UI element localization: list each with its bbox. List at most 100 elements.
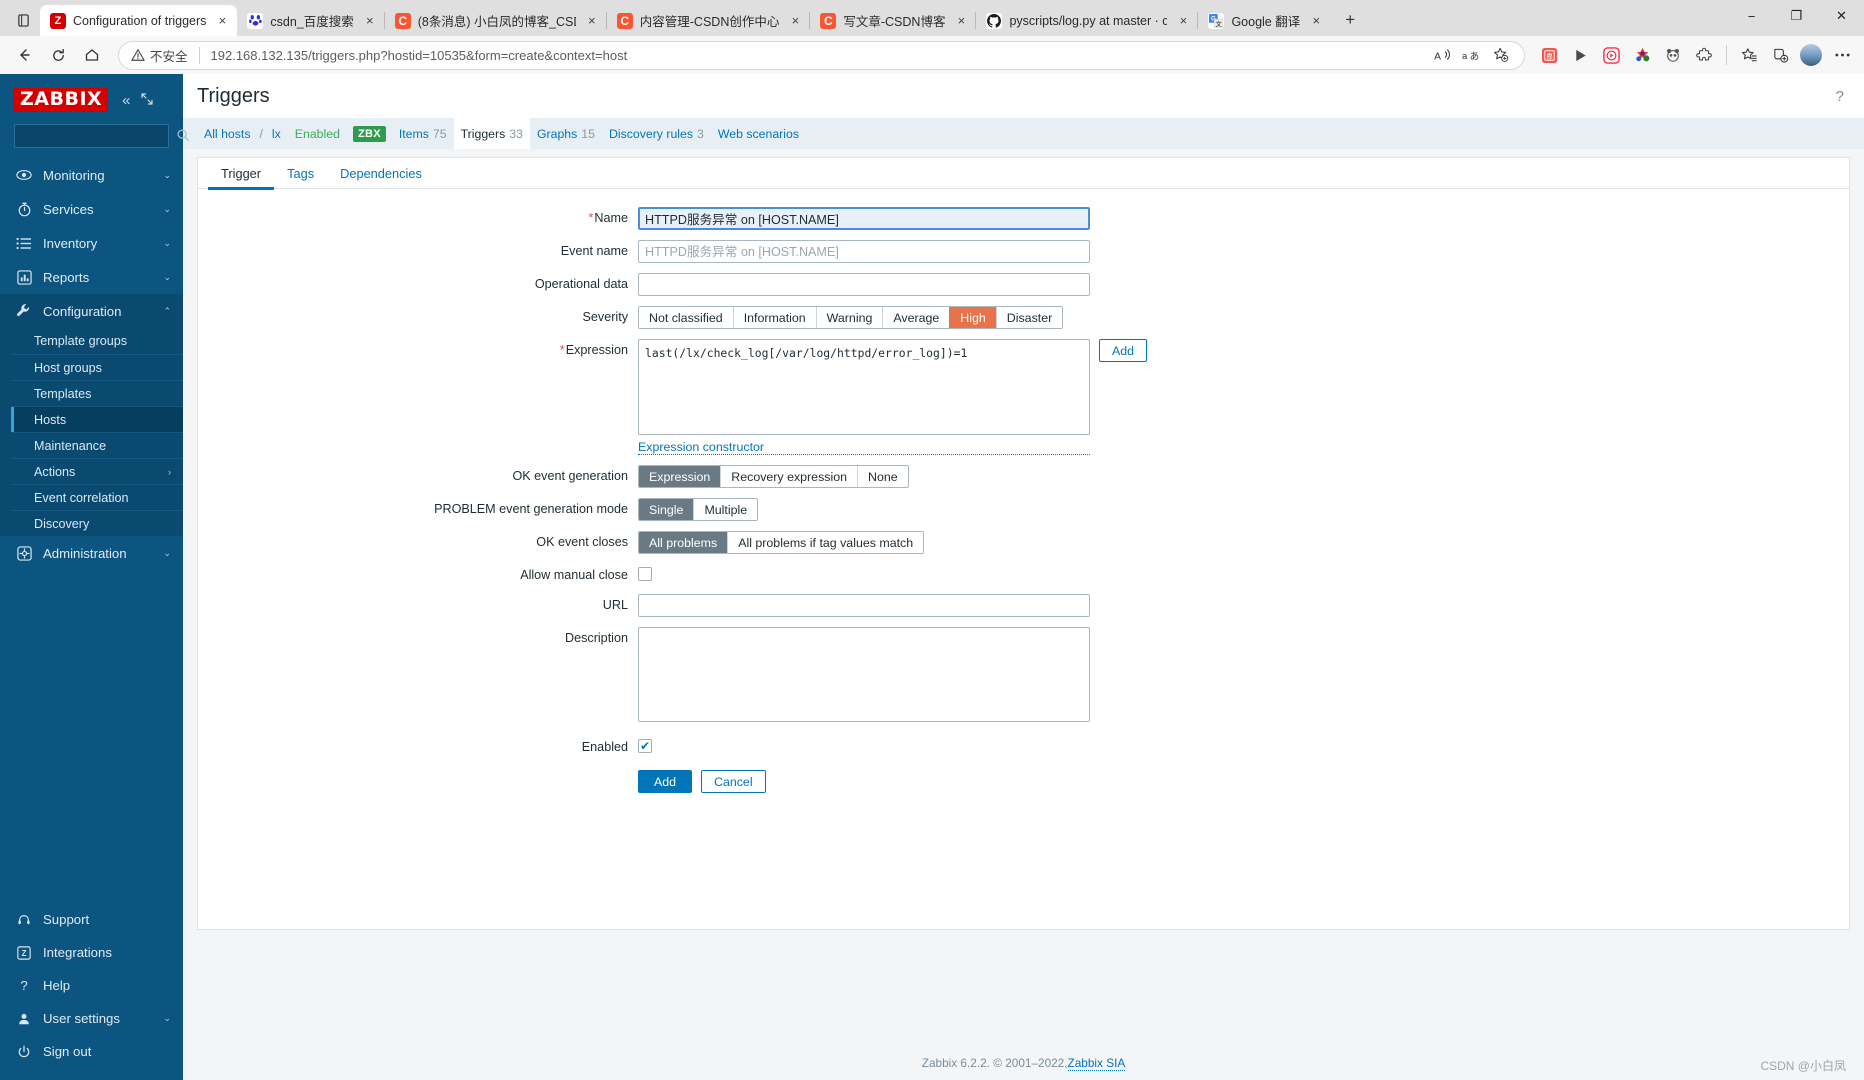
url-input[interactable] [638, 594, 1090, 617]
add-button[interactable]: Add [638, 770, 692, 793]
tab-close-icon[interactable]: × [1174, 12, 1192, 30]
address-bar[interactable]: 不安全 192.168.132.135/triggers.php?hostid=… [118, 40, 1525, 70]
play-icon[interactable] [1566, 41, 1594, 69]
browser-tab-5[interactable]: pyscripts/log.py at master · ch × [976, 5, 1199, 36]
description-textarea[interactable] [638, 627, 1090, 722]
puzzle-extensions-icon[interactable] [1690, 41, 1718, 69]
window-minimize-button[interactable]: − [1729, 0, 1774, 32]
sidebar-item-template-groups[interactable]: Template groups [11, 328, 183, 354]
expression-constructor-link[interactable]: Expression constructor [638, 440, 1090, 455]
sidebar-collapse-icon[interactable]: « [122, 92, 130, 109]
sidebar-item-host-groups[interactable]: Host groups [11, 354, 183, 380]
tab-close-icon[interactable]: × [361, 12, 379, 30]
ok-event-option-recovery-expression[interactable]: Recovery expression [720, 466, 857, 487]
tab-close-icon[interactable]: × [786, 12, 804, 30]
breadcrumb-all-hosts[interactable]: All hosts [197, 127, 257, 141]
problem-event-option-single[interactable]: Single [639, 499, 694, 520]
colorful-extension-icon[interactable] [1628, 41, 1656, 69]
sidebar-item-inventory[interactable]: Inventory ⌄ [0, 226, 183, 260]
new-tab-button[interactable]: + [1335, 6, 1365, 34]
allow-manual-close-checkbox[interactable] [638, 567, 652, 581]
sidebar-item-event-correlation[interactable]: Event correlation [11, 484, 183, 510]
browser-tab-1[interactable]: csdn_百度搜索 × [237, 5, 386, 36]
ok-event-closes-option-tag-match[interactable]: All problems if tag values match [727, 532, 924, 553]
collections-add-icon[interactable] [1766, 41, 1794, 69]
sidebar-item-configuration[interactable]: Configuration ⌃ [0, 294, 183, 329]
agent-badge-zbx[interactable]: ZBX [352, 125, 386, 142]
read-aloud-icon[interactable]: A [1429, 43, 1456, 68]
back-button[interactable] [8, 40, 40, 70]
severity-option-warning[interactable]: Warning [815, 307, 883, 328]
ok-event-option-none[interactable]: None [857, 466, 908, 487]
expression-add-button[interactable]: Add [1099, 339, 1148, 362]
severity-option-not-classified[interactable]: Not classified [639, 307, 733, 328]
sidebar-item-support[interactable]: Support [0, 903, 183, 936]
expression-textarea[interactable]: last(/lx/check_log[/var/log/httpd/error_… [638, 339, 1090, 435]
search-icon[interactable] [176, 128, 190, 145]
enabled-checkbox[interactable] [638, 739, 652, 753]
browser-tab-3[interactable]: C 内容管理-CSDN创作中心 × [607, 5, 811, 36]
sidebar-item-sign-out[interactable]: Sign out [0, 1035, 183, 1068]
browser-tab-6[interactable]: G文 Google 翻译 × [1198, 5, 1331, 36]
translate-icon[interactable]: aあ [1458, 43, 1485, 68]
operational-data-input[interactable] [638, 273, 1090, 296]
problem-event-option-multiple[interactable]: Multiple [693, 499, 758, 520]
sidebar-item-integrations[interactable]: Z Integrations [0, 936, 183, 969]
sidebar-item-templates[interactable]: Templates [11, 380, 183, 406]
tab-tags[interactable]: Tags [274, 158, 327, 189]
profile-avatar[interactable] [1797, 41, 1825, 69]
add-favorite-icon[interactable] [1487, 43, 1514, 68]
tab-close-icon[interactable]: × [213, 12, 231, 30]
tab-trigger[interactable]: Trigger [208, 158, 275, 190]
home-button[interactable] [76, 40, 108, 70]
search-input[interactable] [21, 129, 176, 144]
sidebar-item-maintenance[interactable]: Maintenance [11, 432, 183, 458]
breadcrumb-discovery-rules[interactable]: Discovery rules 3 [602, 127, 711, 141]
breadcrumb-graphs[interactable]: Graphs 15 [530, 127, 602, 141]
sidebar-item-reports[interactable]: Reports ⌄ [0, 260, 183, 294]
ok-event-option-expression[interactable]: Expression [639, 466, 721, 487]
video-download-icon[interactable] [1597, 41, 1625, 69]
cancel-button[interactable]: Cancel [701, 770, 766, 793]
tab-close-icon[interactable]: × [583, 12, 601, 30]
window-close-button[interactable]: ✕ [1819, 0, 1864, 32]
collections-red-icon[interactable]: 嘉 [1535, 41, 1563, 69]
host-status-enabled[interactable]: Enabled [288, 127, 347, 141]
tab-close-icon[interactable]: × [1307, 12, 1325, 30]
tab-search-button[interactable] [6, 5, 40, 35]
event-name-input[interactable] [638, 240, 1090, 263]
panda-extension-icon[interactable] [1659, 41, 1687, 69]
browser-settings-menu-icon[interactable] [1828, 41, 1856, 69]
ok-event-closes-option-all-problems[interactable]: All problems [639, 532, 728, 553]
browser-tab-4[interactable]: C 写文章-CSDN博客 × [810, 5, 977, 36]
name-input[interactable] [638, 207, 1090, 230]
breadcrumb-triggers[interactable]: Triggers 33 [453, 118, 530, 149]
breadcrumb-host[interactable]: lx [265, 127, 288, 141]
browser-tab-2[interactable]: C (8条消息) 小白凤的博客_CSDN × [385, 5, 607, 36]
severity-option-average[interactable]: Average [882, 307, 950, 328]
window-maximize-button[interactable]: ❐ [1774, 0, 1819, 32]
sidebar-item-user-settings[interactable]: User settings ⌄ [0, 1002, 183, 1035]
zabbix-logo[interactable]: ZABBIX [14, 88, 109, 113]
sidebar-item-discovery[interactable]: Discovery [11, 510, 183, 536]
sidebar-item-monitoring[interactable]: Monitoring ⌄ [0, 158, 183, 192]
sidebar-item-help[interactable]: ? Help [0, 969, 183, 1002]
breadcrumb-web-scenarios[interactable]: Web scenarios [711, 127, 806, 141]
sidebar-item-hosts[interactable]: Hosts [11, 406, 183, 433]
sidebar-search[interactable] [14, 124, 189, 149]
sidebar-hide-icon[interactable] [140, 93, 153, 108]
severity-option-high[interactable]: High [949, 307, 996, 328]
footer-link-zabbix-sia[interactable]: Zabbix SIA [1067, 1056, 1126, 1071]
tab-close-icon[interactable]: × [952, 12, 970, 30]
sidebar-item-services[interactable]: Services ⌄ [0, 192, 183, 226]
security-warning[interactable]: 不安全 [131, 46, 188, 65]
reload-button[interactable] [42, 40, 74, 70]
breadcrumb-items[interactable]: Items 75 [392, 127, 454, 141]
browser-tab-0[interactable]: Z Configuration of triggers × [40, 5, 238, 36]
sidebar-item-actions[interactable]: Actions › [11, 458, 183, 484]
severity-option-disaster[interactable]: Disaster [995, 307, 1063, 328]
help-icon[interactable]: ? [1836, 88, 1844, 105]
severity-option-information[interactable]: Information [732, 307, 816, 328]
sidebar-item-administration[interactable]: Administration ⌄ [0, 536, 183, 570]
favorites-list-icon[interactable] [1735, 41, 1763, 69]
